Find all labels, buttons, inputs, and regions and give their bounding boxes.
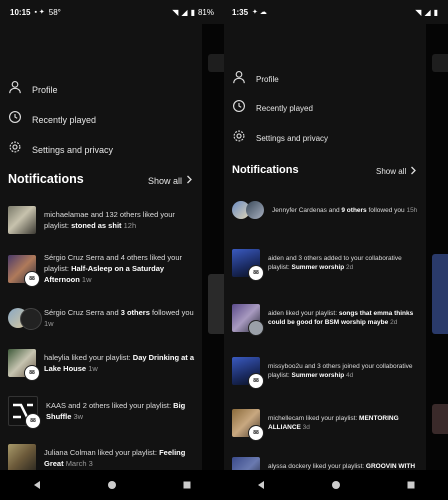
side-drawer: Profile Recently played Settings and pri…	[224, 24, 426, 489]
wifi-icon: ◥	[415, 7, 422, 17]
group-badge-icon: 88	[24, 365, 40, 381]
menu-label: Settings and privacy	[32, 144, 114, 155]
status-time: 10:15	[10, 7, 31, 17]
avatar	[20, 308, 42, 330]
status-time: 1:35	[232, 7, 249, 17]
gear-icon	[8, 140, 22, 159]
left-phone-screen: 10:15 ▪ ✦ 58° ◥ ◢ ▮ 81% Profile Recently…	[0, 0, 224, 500]
home-icon[interactable]	[329, 478, 343, 492]
signal-icon: ◢	[181, 7, 188, 17]
avatar	[246, 201, 264, 219]
back-icon[interactable]	[30, 478, 44, 492]
menu-settings[interactable]: Settings and privacy	[8, 140, 113, 159]
menu-profile[interactable]: Profile	[8, 80, 58, 99]
recents-icon[interactable]	[180, 478, 194, 492]
android-nav-bar	[0, 470, 224, 500]
menu-label: Recently played	[256, 104, 313, 113]
show-all-link[interactable]: Show all	[376, 166, 417, 177]
back-icon[interactable]	[254, 478, 268, 492]
battery-percent: 81%	[197, 7, 214, 17]
notification-icons: ▪ ✦	[34, 9, 45, 16]
playlist-thumbnail: 88	[232, 357, 264, 389]
menu-label: Profile	[32, 84, 58, 95]
recents-icon[interactable]	[404, 478, 418, 492]
person-icon	[232, 70, 246, 89]
status-temp: 58°	[48, 7, 61, 17]
notification-icons: ✦ ☁	[252, 9, 267, 16]
chevron-right-icon	[410, 166, 417, 177]
notification-text: aiden liked your playlist: songs that em…	[268, 310, 414, 326]
notification-item[interactable]: 88 KAAS and 2 others liked your playlist…	[8, 396, 196, 429]
notification-item[interactable]: Sérgio Cruz Serra and 3 others followed …	[8, 304, 196, 332]
notification-text: michellecam liked your playlist: MENTORI…	[268, 415, 399, 431]
menu-label: Settings and privacy	[256, 134, 329, 143]
notification-item[interactable]: 88 missyboo2u and 3 others joined your c…	[232, 357, 422, 389]
group-badge-icon: 88	[25, 413, 41, 429]
notification-item[interactable]: 88 aiden and 3 others added to your coll…	[232, 249, 422, 281]
background-home-peek	[202, 24, 224, 470]
signal-icon: ◢	[424, 7, 431, 17]
avatar-group	[232, 196, 264, 224]
playlist-thumbnail: 88	[232, 249, 264, 281]
show-all-link[interactable]: Show all	[148, 175, 193, 186]
playlist-thumbnail	[8, 206, 36, 234]
playlist-thumbnail: 88	[232, 409, 264, 441]
menu-recently-played[interactable]: Recently played	[232, 99, 313, 118]
notification-item[interactable]: 88 haleylia liked your playlist: Day Dri…	[8, 349, 196, 381]
playlist-thumbnail: 88	[8, 254, 40, 287]
status-bar: 1:35 ✦ ☁ ◥ ◢ ▮	[224, 0, 448, 24]
playlist-thumbnail	[8, 444, 36, 472]
menu-label: Profile	[256, 75, 279, 84]
notifications-title: Notifications	[232, 164, 299, 176]
notification-text: Sérgio Cruz Serra and 3 others followed …	[44, 308, 194, 328]
wifi-icon: ◥	[172, 7, 179, 17]
menu-recently-played[interactable]: Recently played	[8, 110, 96, 129]
notification-item[interactable]: Jennyfer Cardenas and 9 others followed …	[232, 196, 422, 224]
group-badge-icon: 88	[248, 373, 264, 389]
playlist-thumbnail: 88	[8, 349, 40, 381]
gear-icon	[232, 129, 246, 148]
group-badge-icon: 88	[248, 425, 264, 441]
status-bar: 10:15 ▪ ✦ 58° ◥ ◢ ▮ 81%	[0, 0, 224, 24]
history-icon	[232, 99, 246, 118]
group-badge-icon: 88	[248, 265, 264, 281]
show-all-label: Show all	[376, 167, 407, 176]
group-badge-icon: 88	[24, 270, 40, 287]
notification-text: Juliana Colman liked your playlist: Feel…	[44, 448, 186, 468]
home-icon[interactable]	[105, 478, 119, 492]
menu-settings[interactable]: Settings and privacy	[232, 129, 328, 148]
notification-item[interactable]: aiden liked your playlist: songs that em…	[232, 304, 422, 336]
right-phone-screen: 1:35 ✦ ☁ ◥ ◢ ▮ Profile Recently played S…	[224, 0, 448, 500]
playlist-thumbnail: 88	[8, 396, 41, 429]
notification-text: Jennyfer Cardenas and 9 others followed …	[272, 206, 418, 214]
avatar	[248, 320, 264, 336]
notifications-title: Notifications	[8, 172, 84, 186]
menu-label: Recently played	[32, 114, 97, 125]
menu-profile[interactable]: Profile	[232, 70, 279, 89]
background-home-peek	[426, 24, 448, 470]
battery-icon: ▮	[190, 7, 195, 17]
notification-text: haleylia liked your playlist: Day Drinki…	[44, 353, 195, 373]
battery-icon: ▮	[433, 7, 438, 17]
android-nav-bar	[224, 470, 448, 500]
avatar-group	[8, 304, 42, 332]
history-icon	[8, 110, 22, 129]
show-all-label: Show all	[148, 175, 183, 186]
side-drawer: Profile Recently played Settings and pri…	[0, 24, 202, 472]
playlist-thumbnail	[232, 304, 264, 336]
notification-text: Sérgio Cruz Serra and 4 others liked you…	[44, 253, 182, 284]
notification-text: missyboo2u and 3 others joined your coll…	[268, 363, 413, 379]
notification-text: KAAS and 2 others liked your playlist: B…	[46, 401, 186, 421]
person-icon	[8, 80, 22, 99]
notification-item[interactable]: 88 Sérgio Cruz Serra and 4 others liked …	[8, 252, 196, 287]
notification-item[interactable]: Juliana Colman liked your playlist: Feel…	[8, 444, 196, 472]
notification-item[interactable]: 88 michellecam liked your playlist: MENT…	[232, 409, 422, 441]
chevron-right-icon	[186, 175, 193, 186]
notification-item[interactable]: michaelamae and 132 others liked your pl…	[8, 206, 196, 234]
notification-text: aiden and 3 others added to your collabo…	[268, 255, 402, 271]
notification-text: michaelamae and 132 others liked your pl…	[44, 210, 175, 230]
